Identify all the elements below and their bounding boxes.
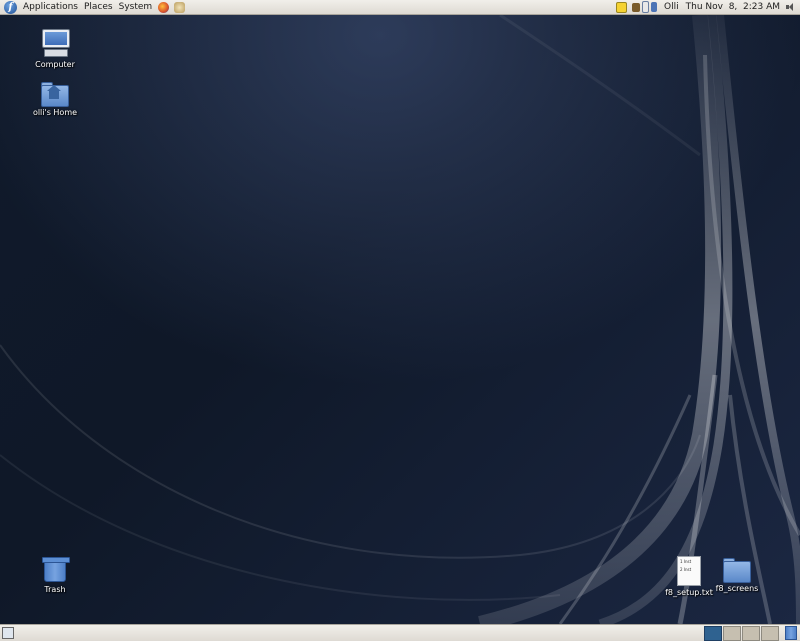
text-preview-line: 1 Inst	[680, 559, 692, 564]
text-file-icon: 1 Inst 2 Inst	[677, 556, 701, 586]
desktop-icon-label: f8_screens	[715, 584, 759, 593]
desktop-icon-trash[interactable]: Trash	[20, 555, 90, 594]
network-status-icon[interactable]	[651, 2, 658, 12]
desktop[interactable]: Computer olli's Home Trash 1 Inst 2 Inst…	[0, 15, 800, 624]
notes-icon[interactable]	[616, 1, 628, 13]
desktop-icon-label: Trash	[44, 585, 66, 594]
wallpaper-swoosh	[0, 15, 800, 624]
show-desktop-icon[interactable]	[2, 627, 14, 639]
menu-applications[interactable]: Applications	[23, 2, 78, 12]
desktop-icon-f8-screens[interactable]: f8_screens	[702, 556, 772, 593]
firefox-icon[interactable]	[158, 1, 170, 13]
trash-icon	[42, 555, 70, 583]
desktop-icon-home[interactable]: olli's Home	[20, 80, 90, 117]
book-icon[interactable]	[632, 2, 641, 12]
menu-system[interactable]: System	[119, 2, 153, 12]
workspace-4[interactable]	[761, 626, 779, 641]
text-preview-line: 2 Inst	[680, 567, 692, 572]
trash-applet-icon[interactable]	[785, 626, 797, 640]
workspace-switcher	[703, 626, 779, 641]
system-tray: Olli Thu Nov 8, 2:23 AM	[611, 0, 800, 14]
network-icon[interactable]	[642, 1, 650, 13]
folder-icon	[723, 558, 751, 583]
clock[interactable]: Thu Nov 8, 2:23 AM	[686, 2, 780, 12]
workspace-1[interactable]	[704, 626, 722, 641]
fedora-logo-icon[interactable]: f	[4, 0, 17, 14]
bottom-panel	[0, 624, 800, 641]
top-panel: f Applications Places System Olli Thu No…	[0, 0, 800, 15]
user-name[interactable]: Olli	[664, 2, 679, 12]
home-folder-icon	[41, 82, 69, 107]
computer-icon	[40, 28, 70, 58]
desktop-icon-label: Computer	[35, 60, 75, 69]
workspace-2[interactable]	[723, 626, 741, 641]
workspace-3[interactable]	[742, 626, 760, 641]
menu-places[interactable]: Places	[84, 2, 113, 12]
desktop-icon-label: olli's Home	[32, 108, 78, 117]
mail-icon[interactable]	[174, 1, 186, 13]
volume-icon[interactable]	[786, 2, 798, 12]
desktop-icon-computer[interactable]: Computer	[20, 28, 90, 69]
